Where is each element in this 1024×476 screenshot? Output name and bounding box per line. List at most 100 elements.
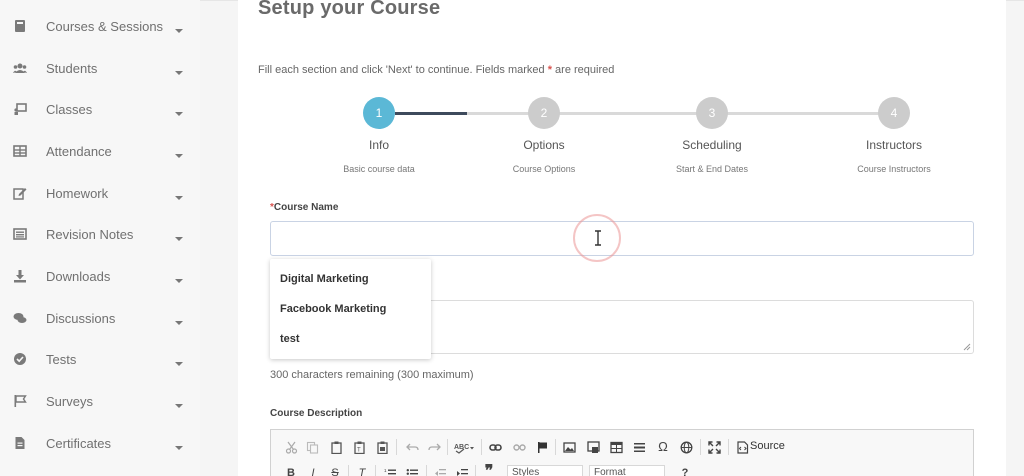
undo-icon[interactable] bbox=[404, 439, 420, 455]
flag-icon bbox=[13, 394, 27, 408]
sidebar-item-label: Discussions bbox=[46, 310, 116, 326]
numbered-list-icon[interactable]: 1 bbox=[382, 465, 398, 476]
form-instructions: Fill each section and click 'Next' to co… bbox=[258, 64, 614, 76]
sidebar-item-students[interactable]: Students bbox=[0, 53, 200, 83]
sidebar-item-certificates[interactable]: Certificates bbox=[0, 428, 200, 458]
sidebar-item-tests[interactable]: Tests bbox=[0, 344, 200, 374]
sidebar-item-downloads[interactable]: Downloads bbox=[0, 261, 200, 291]
sidebar-item-homework[interactable]: Homework bbox=[0, 178, 200, 208]
sidebar-item-label: Downloads bbox=[46, 268, 111, 284]
step-4-title: Instructors bbox=[865, 138, 922, 152]
instructions-text: Fill each section and click 'Next' to co… bbox=[258, 64, 548, 76]
toolbar-divider bbox=[375, 465, 376, 476]
check-circle-icon bbox=[13, 352, 27, 366]
svg-text:ABC: ABC bbox=[454, 444, 469, 451]
caret-down-icon bbox=[175, 397, 183, 408]
sidebar-item-discussions[interactable]: Discussions bbox=[0, 303, 200, 333]
step-1-title: Info bbox=[368, 138, 389, 152]
sidebar-item-courses-sessions[interactable]: Courses & Sessions bbox=[0, 11, 200, 41]
course-name-label-text: Course Name bbox=[273, 202, 339, 213]
source-button-label[interactable]: Source bbox=[750, 440, 785, 452]
embed-icon[interactable] bbox=[585, 439, 601, 455]
toolbar-divider bbox=[447, 439, 448, 455]
paste-icon[interactable] bbox=[328, 439, 344, 455]
sidebar-item-label: Courses & Sessions bbox=[46, 18, 164, 34]
toolbar-divider bbox=[481, 439, 482, 455]
caret-down-icon bbox=[175, 22, 183, 33]
sidebar-item-surveys[interactable]: Surveys bbox=[0, 386, 200, 416]
rich-text-editor: T ABC Ω Source B I S T 1 ❞ Styles Format… bbox=[270, 429, 974, 476]
spellcheck-icon[interactable]: ABC bbox=[454, 439, 476, 455]
sidebar-item-label: Students bbox=[46, 60, 98, 76]
course-name-input[interactable] bbox=[270, 221, 974, 256]
step-2-circle[interactable]: 2 bbox=[528, 97, 560, 129]
paste-word-icon[interactable] bbox=[374, 439, 390, 455]
italic-icon[interactable]: I bbox=[305, 465, 321, 476]
toolbar-divider bbox=[426, 465, 427, 476]
caret-down-icon bbox=[175, 355, 183, 366]
sidebar: Courses & Sessions Students Classes Atte… bbox=[0, 0, 200, 476]
paste-text-icon[interactable]: T bbox=[351, 439, 367, 455]
sidebar-item-classes[interactable]: Classes bbox=[0, 94, 200, 124]
caret-down-icon bbox=[175, 105, 183, 116]
strikethrough-icon[interactable]: S bbox=[327, 465, 343, 476]
iframe-globe-icon[interactable] bbox=[678, 439, 694, 455]
toolbar-divider bbox=[396, 439, 397, 455]
unlink-icon[interactable] bbox=[511, 439, 527, 455]
special-char-icon[interactable]: Ω bbox=[655, 438, 671, 454]
suggestion-item[interactable]: Facebook Marketing bbox=[280, 303, 386, 315]
table-icon bbox=[13, 144, 27, 158]
course-name-label: *Course Name bbox=[270, 202, 338, 213]
book-icon bbox=[13, 19, 27, 33]
sidebar-item-attendance[interactable]: Attendance bbox=[0, 136, 200, 166]
suggestion-item[interactable]: test bbox=[280, 333, 300, 345]
chalkboard-icon bbox=[13, 102, 27, 116]
remove-format-icon[interactable]: T bbox=[354, 465, 370, 476]
blockquote-icon[interactable]: ❞ bbox=[481, 463, 497, 476]
sidebar-item-label: Tests bbox=[46, 351, 77, 367]
course-description-label: Course Description bbox=[270, 408, 363, 419]
indent-icon[interactable] bbox=[454, 465, 470, 476]
format-dropdown-label: Format bbox=[594, 467, 626, 476]
svg-text:T: T bbox=[357, 447, 361, 453]
sidebar-item-revision-notes[interactable]: Revision Notes bbox=[0, 219, 200, 249]
toolbar-divider bbox=[555, 439, 556, 455]
step-3-subtitle: Start & End Dates bbox=[675, 164, 749, 174]
step-connector-complete bbox=[395, 112, 467, 115]
table-insert-icon[interactable] bbox=[608, 439, 624, 455]
styles-dropdown-label: Styles bbox=[512, 467, 540, 476]
source-icon[interactable] bbox=[734, 439, 750, 455]
sidebar-item-label: Surveys bbox=[46, 393, 93, 409]
copy-icon[interactable] bbox=[304, 439, 320, 455]
bullet-list-icon[interactable] bbox=[404, 465, 420, 476]
caret-down-icon bbox=[175, 314, 183, 325]
sidebar-item-label: Homework bbox=[46, 185, 109, 201]
cut-icon[interactable] bbox=[283, 439, 299, 455]
outdent-icon[interactable] bbox=[432, 465, 448, 476]
help-icon[interactable]: ? bbox=[677, 465, 693, 476]
styles-dropdown[interactable]: Styles bbox=[507, 465, 583, 476]
edit-icon bbox=[13, 186, 27, 200]
step-1-circle[interactable]: 1 bbox=[363, 97, 395, 129]
redo-icon[interactable] bbox=[426, 439, 442, 455]
suggestion-item[interactable]: Digital Marketing bbox=[280, 273, 369, 285]
anchor-flag-icon[interactable] bbox=[534, 439, 550, 455]
caret-down-icon bbox=[175, 147, 183, 158]
step-3-circle[interactable]: 3 bbox=[696, 97, 728, 129]
caret-down-icon bbox=[175, 439, 183, 450]
toolbar-divider bbox=[475, 465, 476, 476]
bold-icon[interactable]: B bbox=[283, 465, 299, 476]
sidebar-item-label: Certificates bbox=[46, 435, 112, 451]
maximize-icon[interactable] bbox=[706, 439, 722, 455]
format-dropdown[interactable]: Format bbox=[589, 465, 665, 476]
horizontal-line-icon[interactable] bbox=[631, 439, 647, 455]
link-icon[interactable] bbox=[487, 439, 503, 455]
caret-down-icon bbox=[175, 64, 183, 75]
step-4-circle[interactable]: 4 bbox=[878, 97, 910, 129]
sidebar-item-label: Classes bbox=[46, 101, 93, 117]
sidebar-item-label: Revision Notes bbox=[46, 226, 134, 242]
caret-down-icon bbox=[175, 230, 183, 241]
caret-down-icon bbox=[175, 272, 183, 283]
resize-handle-icon[interactable] bbox=[963, 343, 971, 351]
image-icon[interactable] bbox=[561, 439, 577, 455]
